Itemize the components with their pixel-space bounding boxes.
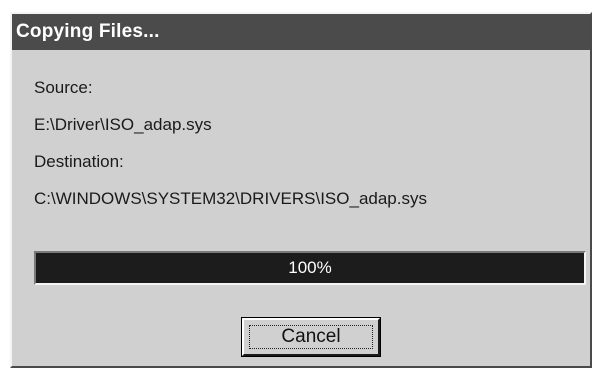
dialog-title: Copying Files... xyxy=(12,14,590,50)
source-label: Source: xyxy=(34,78,93,97)
destination-path: C:\WINDOWS\SYSTEM32\DRIVERS\ISO_adap.sys xyxy=(34,189,427,208)
copy-files-dialog: Copying Files... Source: E:\Driver\ISO_a… xyxy=(10,12,592,368)
source-path: E:\Driver\ISO_adap.sys xyxy=(34,115,212,134)
progress-bar: 100% xyxy=(34,251,586,285)
cancel-button[interactable]: Cancel xyxy=(241,317,381,357)
destination-label: Destination: xyxy=(34,152,124,171)
progress-percent-text: 100% xyxy=(288,258,332,277)
cancel-button-label: Cancel xyxy=(249,325,373,349)
